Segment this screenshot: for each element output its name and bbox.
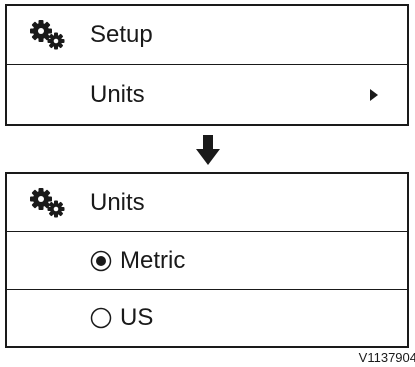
gears-icon (30, 20, 65, 50)
option-us[interactable]: US (7, 290, 407, 346)
units-menu-panel: Units Metric US (5, 172, 409, 348)
option-us-label: US (120, 304, 154, 331)
triangle-right-icon (370, 88, 378, 101)
arrow-down-icon (196, 135, 220, 165)
gears-icon (30, 187, 65, 217)
radio-unselected-icon[interactable] (90, 307, 112, 329)
option-metric-label: Metric (120, 246, 186, 274)
menu-item-units[interactable]: Units (7, 65, 407, 124)
setup-title: Setup (90, 21, 153, 48)
units-title: Units (90, 188, 145, 216)
units-header-row: Units (7, 174, 407, 232)
figure-code: V1137904 (358, 350, 415, 365)
setup-header-row: Setup (7, 6, 407, 65)
setup-menu-panel: Setup Units (5, 4, 409, 126)
menu-item-units-label: Units (90, 80, 145, 108)
radio-selected-icon[interactable] (90, 250, 112, 272)
option-metric[interactable]: Metric (7, 232, 407, 290)
